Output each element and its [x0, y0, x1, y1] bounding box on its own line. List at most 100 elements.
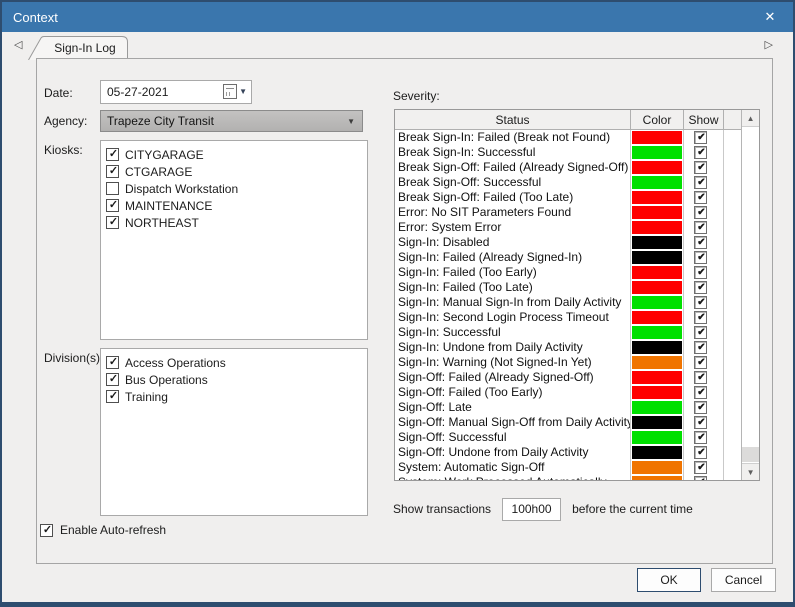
list-item[interactable]: ✓ MAINTENANCE	[101, 197, 367, 214]
tab-scroll-right-icon[interactable]: ▷	[765, 40, 773, 51]
color-cell[interactable]	[630, 415, 684, 430]
checkbox[interactable]: ✔	[694, 251, 707, 264]
table-row[interactable]: Sign-In: Failed (Too Early) ✔	[395, 265, 742, 280]
color-cell[interactable]	[630, 280, 684, 295]
tab-scroll-left-icon[interactable]: ◁	[14, 40, 22, 51]
close-icon[interactable]: ✕	[757, 2, 783, 32]
checkbox[interactable]: ✓	[106, 390, 119, 403]
list-item[interactable]: Dispatch Workstation	[101, 180, 367, 197]
color-cell[interactable]	[630, 370, 684, 385]
color-cell[interactable]	[630, 190, 684, 205]
checkbox[interactable]: ✔	[694, 401, 707, 414]
table-row[interactable]: Sign-In: Failed (Already Signed-In) ✔	[395, 250, 742, 265]
color-cell[interactable]	[630, 250, 684, 265]
color-cell[interactable]	[630, 460, 684, 475]
table-row[interactable]: Break Sign-Off: Successful ✔	[395, 175, 742, 190]
table-row[interactable]: Error: No SIT Parameters Found ✔	[395, 205, 742, 220]
checkbox[interactable]: ✔	[694, 326, 707, 339]
tab-sign-in-log[interactable]: Sign-In Log	[28, 36, 129, 60]
table-row[interactable]: Sign-Off: Failed (Already Signed-Off) ✔	[395, 370, 742, 385]
scroll-down-icon[interactable]: ▼	[742, 463, 759, 480]
color-cell[interactable]	[630, 310, 684, 325]
color-cell[interactable]	[630, 160, 684, 175]
table-row[interactable]: Sign-In: Warning (Not Signed-In Yet) ✔	[395, 355, 742, 370]
color-cell[interactable]	[630, 235, 684, 250]
transactions-duration-input[interactable]	[502, 497, 562, 521]
table-row[interactable]: Sign-In: Failed (Too Late) ✔	[395, 280, 742, 295]
checkbox[interactable]: ✔	[694, 131, 707, 144]
color-cell[interactable]	[630, 340, 684, 355]
date-picker-button[interactable]: ▼	[223, 84, 247, 99]
color-cell[interactable]	[630, 475, 684, 480]
checkbox[interactable]: ✔	[694, 386, 707, 399]
color-cell[interactable]	[630, 355, 684, 370]
table-row[interactable]: Sign-In: Second Login Process Timeout ✔	[395, 310, 742, 325]
checkbox[interactable]: ✔	[694, 311, 707, 324]
color-cell[interactable]	[630, 445, 684, 460]
auto-refresh-checkbox[interactable]: ✓	[40, 523, 53, 537]
table-row[interactable]: System: Work Processed Automatically ✔	[395, 475, 742, 480]
table-row[interactable]: Break Sign-Off: Failed (Already Signed-O…	[395, 160, 742, 175]
checkbox[interactable]: ✔	[694, 341, 707, 354]
checkbox[interactable]: ✔	[694, 296, 707, 309]
table-row[interactable]: Break Sign-In: Successful ✔	[395, 145, 742, 160]
checkbox[interactable]: ✔	[694, 476, 707, 480]
divisions-listbox[interactable]: ✓ Access Operations ✓ Bus Operations ✓ Traini…	[100, 348, 368, 516]
checkbox[interactable]: ✓	[106, 356, 119, 369]
checkbox[interactable]: ✔	[694, 191, 707, 204]
checkbox[interactable]: ✔	[694, 236, 707, 249]
checkbox[interactable]	[106, 182, 119, 195]
list-item[interactable]: ✓ Training	[101, 388, 367, 405]
color-cell[interactable]	[630, 265, 684, 280]
checkbox[interactable]: ✓	[106, 216, 119, 229]
table-row[interactable]: System: Automatic Sign-Off ✔	[395, 460, 742, 475]
color-cell[interactable]	[630, 400, 684, 415]
ok-button[interactable]: OK	[637, 568, 701, 592]
checkbox[interactable]: ✔	[694, 281, 707, 294]
list-item[interactable]: ✓ CTGARAGE	[101, 163, 367, 180]
table-row[interactable]: Sign-Off: Manual Sign-Off from Daily Act…	[395, 415, 742, 430]
checkbox[interactable]: ✔	[694, 176, 707, 189]
color-cell[interactable]	[630, 430, 684, 445]
kiosks-listbox[interactable]: ✓ CITYGARAGE ✓ CTGARAGE Dispatch Workstation…	[100, 140, 368, 340]
color-cell[interactable]	[630, 325, 684, 340]
checkbox[interactable]: ✔	[694, 266, 707, 279]
checkbox[interactable]: ✔	[694, 431, 707, 444]
list-item[interactable]: ✓ NORTHEAST	[101, 214, 367, 231]
table-row[interactable]: Sign-In: Manual Sign-In from Daily Activ…	[395, 295, 742, 310]
checkbox[interactable]: ✔	[694, 161, 707, 174]
table-row[interactable]: Break Sign-In: Failed (Break not Found) ✔	[395, 130, 742, 145]
agency-select[interactable]: Trapeze City Transit ▼	[100, 110, 363, 132]
date-input[interactable]: 05-27-2021 ▼	[100, 80, 252, 104]
list-item[interactable]: ✓ Access Operations	[101, 354, 367, 371]
scrollbar-thumb[interactable]	[742, 447, 759, 462]
table-row[interactable]: Sign-In: Disabled ✔	[395, 235, 742, 250]
checkbox[interactable]: ✔	[694, 146, 707, 159]
color-cell[interactable]	[630, 145, 684, 160]
checkbox[interactable]: ✔	[694, 446, 707, 459]
scrollbar-track[interactable]	[742, 127, 759, 463]
color-cell[interactable]	[630, 385, 684, 400]
color-cell[interactable]	[630, 130, 684, 145]
color-cell[interactable]	[630, 295, 684, 310]
list-item[interactable]: ✓ Bus Operations	[101, 371, 367, 388]
color-cell[interactable]	[630, 175, 684, 190]
table-row[interactable]: Error: System Error ✔	[395, 220, 742, 235]
checkbox[interactable]: ✔	[694, 356, 707, 369]
color-cell[interactable]	[630, 220, 684, 235]
table-row[interactable]: Sign-In: Undone from Daily Activity ✔	[395, 340, 742, 355]
checkbox[interactable]: ✓	[106, 373, 119, 386]
table-row[interactable]: Break Sign-Off: Failed (Too Late) ✔	[395, 190, 742, 205]
checkbox[interactable]: ✔	[694, 371, 707, 384]
table-row[interactable]: Sign-In: Successful ✔	[395, 325, 742, 340]
table-row[interactable]: Sign-Off: Failed (Too Early) ✔	[395, 385, 742, 400]
checkbox[interactable]: ✔	[694, 461, 707, 474]
checkbox[interactable]: ✔	[694, 221, 707, 234]
checkbox[interactable]: ✔	[694, 206, 707, 219]
scroll-up-icon[interactable]: ▲	[742, 110, 759, 127]
checkbox[interactable]: ✔	[694, 416, 707, 429]
checkbox[interactable]: ✓	[106, 165, 119, 178]
table-row[interactable]: Sign-Off: Undone from Daily Activity ✔	[395, 445, 742, 460]
table-row[interactable]: Sign-Off: Late ✔	[395, 400, 742, 415]
list-item[interactable]: ✓ CITYGARAGE	[101, 146, 367, 163]
